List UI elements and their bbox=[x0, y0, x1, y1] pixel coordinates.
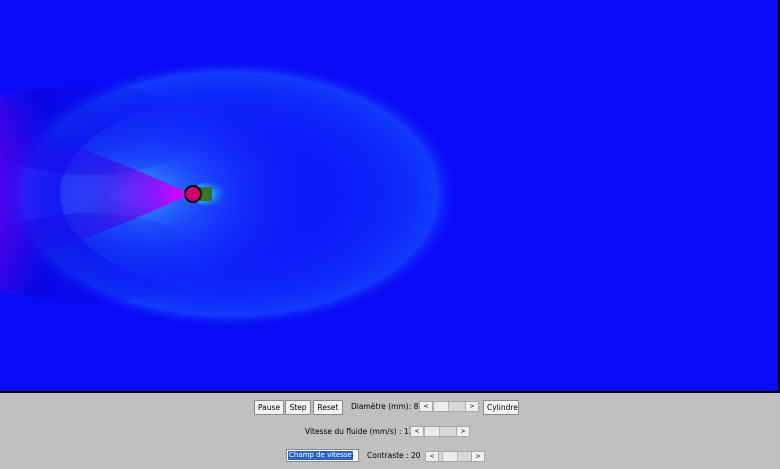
diameter-increase-arrow-icon[interactable]: > bbox=[465, 402, 478, 411]
diameter-decrease-arrow-icon[interactable]: < bbox=[420, 402, 433, 411]
speed-increase-arrow-icon[interactable]: > bbox=[456, 427, 469, 436]
cylinder-obstacle[interactable] bbox=[184, 185, 202, 203]
diameter-scrollbar[interactable]: < > bbox=[419, 401, 479, 412]
speed-scrollbar[interactable]: < > bbox=[410, 426, 470, 437]
reset-button[interactable]: Reset bbox=[313, 400, 343, 415]
flow-visualization bbox=[0, 59, 460, 329]
diameter-scroll-thumb[interactable] bbox=[433, 402, 449, 411]
step-button[interactable]: Step bbox=[285, 400, 311, 415]
cylinder-button[interactable]: Cylindre bbox=[483, 400, 519, 415]
fluid-speed-label: Vitesse du fluide (mm/s) : 13 bbox=[305, 427, 414, 436]
contrast-scroll-thumb[interactable] bbox=[442, 452, 458, 461]
view-mode-selected-value: Champ de vitesse bbox=[288, 451, 353, 460]
pause-button[interactable]: Pause bbox=[254, 400, 284, 415]
chevron-down-icon[interactable]: ⌄ bbox=[347, 450, 357, 461]
contrast-scrollbar[interactable]: < > bbox=[425, 451, 485, 462]
view-mode-select[interactable]: Champ de vitesse ⌄ bbox=[286, 449, 359, 462]
diameter-label: Diamètre (mm): 8 bbox=[351, 402, 419, 411]
contrast-decrease-arrow-icon[interactable]: < bbox=[426, 452, 439, 461]
contrast-increase-arrow-icon[interactable]: > bbox=[471, 452, 484, 461]
control-panel: Pause Step Reset Diamètre (mm): 8 < > Cy… bbox=[0, 393, 780, 469]
contrast-label: Contraste : 20 bbox=[367, 451, 421, 460]
speed-scroll-thumb[interactable] bbox=[424, 427, 440, 436]
speed-decrease-arrow-icon[interactable]: < bbox=[411, 427, 424, 436]
velocity-field-canvas[interactable] bbox=[0, 0, 780, 393]
